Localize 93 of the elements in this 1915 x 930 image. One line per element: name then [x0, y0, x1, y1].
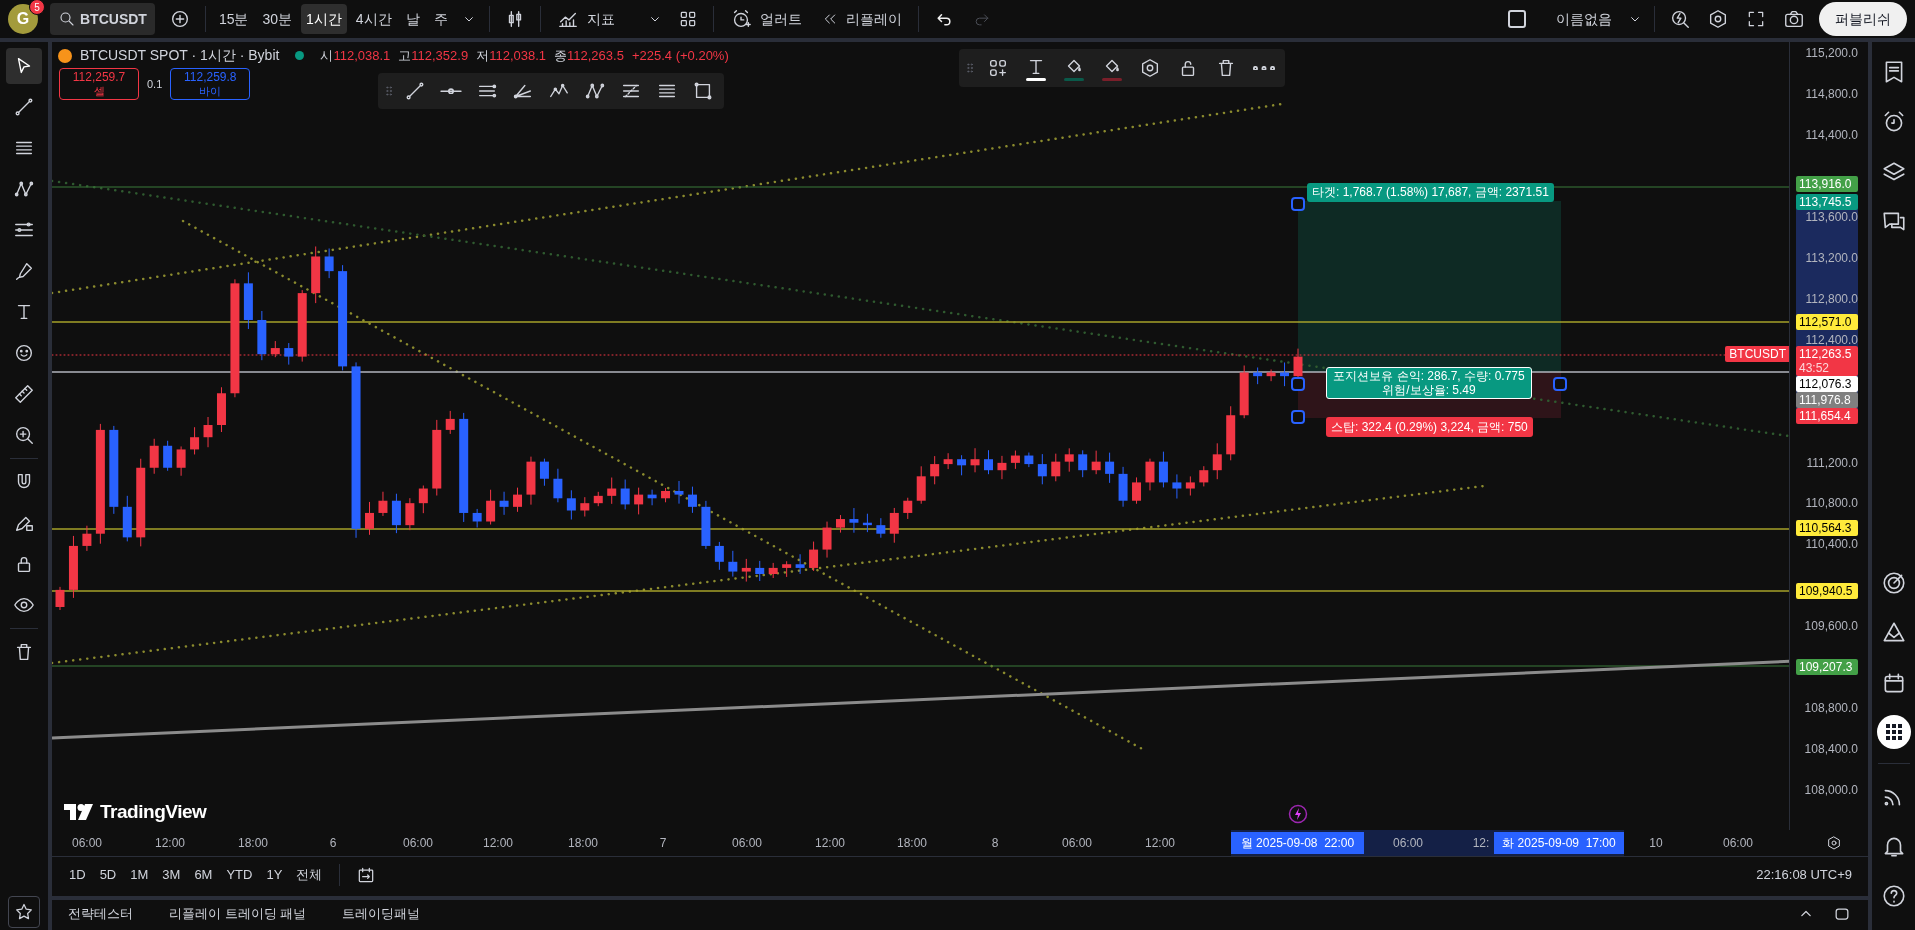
- interval-button[interactable]: 주: [428, 4, 453, 34]
- logo-text: TradingView: [100, 800, 207, 824]
- time-label: 06:00: [1062, 836, 1092, 850]
- price-value: 112,571.0: [1799, 315, 1853, 330]
- replay-button[interactable]: 리플레이: [813, 3, 910, 35]
- timezone-button[interactable]: 22:16:08 UTC+9: [1752, 861, 1856, 888]
- interval-button[interactable]: 4시간: [350, 4, 397, 34]
- price-value: 111,654.4: [1799, 408, 1852, 423]
- order-price: 112,259.8: [184, 70, 237, 84]
- ohlc-value: 112,352.9: [411, 46, 469, 65]
- price-value: 113,916.0: [1799, 177, 1853, 192]
- panel-tab[interactable]: 트레이딩패널: [338, 900, 425, 928]
- time-label: 06:00: [403, 836, 433, 850]
- time-label: 06:00: [1723, 836, 1753, 850]
- time-label: 12:00: [1145, 836, 1175, 850]
- sell-button[interactable]: 112,259.7 셀: [59, 68, 139, 100]
- layout-name-button[interactable]: 이름없음: [1548, 4, 1620, 34]
- price-label: 108,400.0: [1804, 742, 1858, 757]
- symbol-tag: BTCUSDT: [1725, 345, 1790, 362]
- time-label: 6: [329, 836, 337, 850]
- range-button[interactable]: 전체: [291, 861, 328, 888]
- alert-button[interactable]: 얼러트: [721, 3, 810, 35]
- panel-tab[interactable]: 리플레이 트레이딩 패널: [165, 900, 311, 928]
- price-label: 113,200.0: [1805, 250, 1858, 265]
- panel-tab[interactable]: 전략테스터: [64, 900, 137, 928]
- interval-button[interactable]: 날: [400, 4, 425, 34]
- price-value: 109,940.5: [1799, 584, 1854, 599]
- notification-badge: 5: [29, 0, 45, 15]
- target-label: 타겟: 1,768.7 (1.58%) 17,687, 금액: 2371.51: [1307, 183, 1554, 202]
- price-change: +225.4 (+0.20%): [631, 46, 729, 65]
- price-value: 112,076.3: [1799, 376, 1853, 391]
- price-value: 110,564.3: [1799, 520, 1853, 535]
- range-button[interactable]: YTD: [221, 861, 258, 888]
- price-label: 110,800.0: [1805, 496, 1858, 511]
- range-button[interactable]: 3M: [157, 861, 186, 888]
- position-info-text: 포지션보유 손익: 286.7, 수량: 0.775: [1333, 369, 1525, 383]
- time-label: 18:00: [238, 836, 268, 850]
- stop-label: 스탑: 322.4 (0.29%) 3,224, 금액: 750: [1326, 417, 1533, 437]
- time-label: 06:00: [1393, 836, 1423, 850]
- spread-value: 0.1: [147, 76, 163, 92]
- time-label: 06:00: [72, 836, 102, 850]
- price-value: 111,976.8: [1799, 392, 1852, 407]
- publish-button[interactable]: 퍼블리쉬: [1819, 2, 1907, 36]
- time-label: 18:00: [568, 836, 598, 850]
- countdown: 43:52: [1799, 360, 1831, 375]
- time-label: 12:00: [483, 836, 513, 850]
- crosshair-time-label: 월 2025-09-08 22:00: [1231, 832, 1364, 854]
- interval-button[interactable]: 30분: [257, 4, 298, 34]
- interval-button[interactable]: 15분: [213, 4, 254, 34]
- price-value: 113,745.5: [1799, 194, 1853, 209]
- time-label: 12:: [1472, 836, 1490, 850]
- time-label: 18:00: [897, 836, 927, 850]
- ohlc-value: 112,038.1: [489, 46, 547, 65]
- price-label: 114,800.0: [1805, 86, 1858, 101]
- time-label: 12:00: [155, 836, 185, 850]
- order-label: 바이: [199, 84, 222, 98]
- time-label: 8: [991, 836, 999, 850]
- symbol-title: BTCUSDT SPOT · 1시간 · Bybit: [80, 46, 280, 65]
- price-label: 114,400.0: [1805, 127, 1858, 142]
- ohlc-label: 저: [476, 46, 490, 65]
- range-button[interactable]: 1D: [64, 861, 91, 888]
- order-price: 112,259.7: [72, 70, 126, 84]
- ohlc-label: 시: [320, 46, 334, 65]
- time-label: 12:00: [815, 836, 845, 850]
- price-value: 112,263.5: [1799, 346, 1853, 361]
- price-value: 109,207.3: [1799, 659, 1854, 674]
- price-label: 112,800.0: [1805, 291, 1858, 306]
- time-label: 7: [659, 836, 667, 850]
- range-button[interactable]: 6M: [189, 861, 218, 888]
- range-button[interactable]: 1Y: [261, 861, 288, 888]
- range-button[interactable]: 1M: [125, 861, 154, 888]
- range-button[interactable]: 5D: [94, 861, 122, 888]
- ohlc-label: 종: [554, 46, 568, 65]
- buy-button[interactable]: 112,259.8 바이: [170, 68, 251, 100]
- ohlc-value: 112,038.1: [333, 46, 391, 65]
- price-label: 115,200.0: [1805, 46, 1858, 60]
- price-label: 108,000.0: [1804, 783, 1858, 798]
- price-label: 113,600.0: [1805, 209, 1858, 224]
- interval-button[interactable]: 1시간: [301, 4, 347, 34]
- time-label: 06:00: [732, 836, 762, 850]
- price-label: 108,800.0: [1804, 701, 1858, 716]
- price-label: 109,600.0: [1804, 619, 1858, 634]
- ohlc-label: 고: [398, 46, 412, 65]
- ohlc-value: 112,263.5: [567, 46, 624, 65]
- time-label: 10: [1649, 836, 1663, 850]
- symbol-search-button[interactable]: BTCUSDT: [50, 3, 155, 35]
- price-label: 112,400.0: [1805, 332, 1858, 347]
- price-label: 111,200.0: [1806, 455, 1858, 470]
- indicators-button[interactable]: 지표: [548, 3, 623, 35]
- order-label: 셀: [93, 84, 105, 98]
- price-label: 110,400.0: [1805, 537, 1858, 552]
- position-info-text: 위험/보상율: 5.49: [1382, 383, 1476, 397]
- crosshair-time-label: 화 2025-09-09 17:00: [1494, 832, 1624, 854]
